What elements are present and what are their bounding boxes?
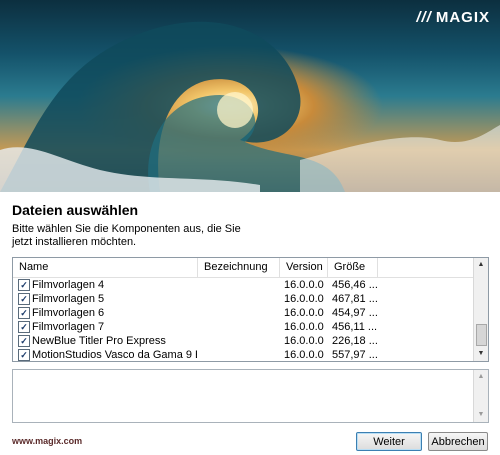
row-name: Filmvorlagen 7 [32,321,105,333]
table-row[interactable]: ✓ NewBlue Titler Pro Express 16.0.0.0 22… [13,334,474,348]
column-header-row: Name Bezeichnung Version Größe [13,258,474,278]
scroll-up-icon[interactable]: ▲ [474,370,488,384]
row-checkbox[interactable]: ✓ [18,293,30,305]
next-button[interactable]: Weiter [356,432,422,451]
cancel-button[interactable]: Abbrechen [428,432,488,451]
row-name: NewBlue Titler Pro Express [32,335,166,347]
column-header-groesse[interactable]: Größe [328,258,378,277]
row-size: 454,97 ... [332,307,378,319]
magix-website-link[interactable]: www.magix.com [12,436,82,446]
table-row[interactable]: ✓ MotionStudios Vasco da Gama 9 Essen...… [13,348,474,361]
column-header-bezeichnung[interactable]: Bezeichnung [198,258,280,277]
row-size: 456,11 ... [332,321,378,333]
row-checkbox[interactable]: ✓ [18,349,30,361]
table-row[interactable]: ✓ Filmvorlagen 6 16.0.0.0 454,97 ... [13,306,474,320]
row-checkbox[interactable]: ✓ [18,335,30,347]
scroll-down-icon[interactable]: ▼ [474,347,488,361]
table-row[interactable]: ✓ Filmvorlagen 7 16.0.0.0 456,11 ... [13,320,474,334]
row-version: 16.0.0.0 [284,349,324,361]
row-checkbox[interactable]: ✓ [18,321,30,333]
row-checkbox[interactable]: ✓ [18,307,30,319]
row-checkbox[interactable]: ✓ [18,279,30,291]
scroll-down-icon[interactable]: ▼ [474,408,488,422]
row-name: Filmvorlagen 5 [32,293,105,305]
row-name: Filmvorlagen 6 [32,307,105,319]
list-scrollbar[interactable]: ▲ ▼ [473,258,488,361]
magix-logo: ///MAGIX [416,9,490,26]
row-version: 16.0.0.0 [284,335,324,347]
header-banner-image: ///MAGIX [0,0,500,192]
row-version: 16.0.0.0 [284,293,324,305]
table-row[interactable]: ✓ Filmvorlagen 4 16.0.0.0 456,46 ... [13,278,474,292]
scroll-up-icon[interactable]: ▲ [474,258,488,272]
page-title: Dateien auswählen [12,202,139,218]
page-description: Bitte wählen Sie die Komponenten aus, di… [12,223,241,248]
row-version: 16.0.0.0 [284,307,324,319]
description-box: ▲ ▼ [12,369,489,423]
row-version: 16.0.0.0 [284,321,324,333]
row-size: 467,81 ... [332,293,378,305]
row-size: 226,18 ... [332,335,378,347]
row-version: 16.0.0.0 [284,279,324,291]
row-name: MotionStudios Vasco da Gama 9 Essen... [32,349,197,361]
row-size: 456,46 ... [332,279,378,291]
table-rows: ✓ Filmvorlagen 4 16.0.0.0 456,46 ... ✓ F… [13,278,474,361]
column-header-version[interactable]: Version [280,258,328,277]
wave-graphic [0,21,500,192]
description-scrollbar[interactable]: ▲ ▼ [473,370,488,422]
row-name: Filmvorlagen 4 [32,279,105,291]
scroll-thumb[interactable] [476,324,487,346]
component-list[interactable]: Name Bezeichnung Version Größe ✓ Filmvor… [12,257,489,362]
row-size: 557,97 ... [332,349,378,361]
column-header-name[interactable]: Name [13,258,198,277]
table-row[interactable]: ✓ Filmvorlagen 5 16.0.0.0 467,81 ... [13,292,474,306]
